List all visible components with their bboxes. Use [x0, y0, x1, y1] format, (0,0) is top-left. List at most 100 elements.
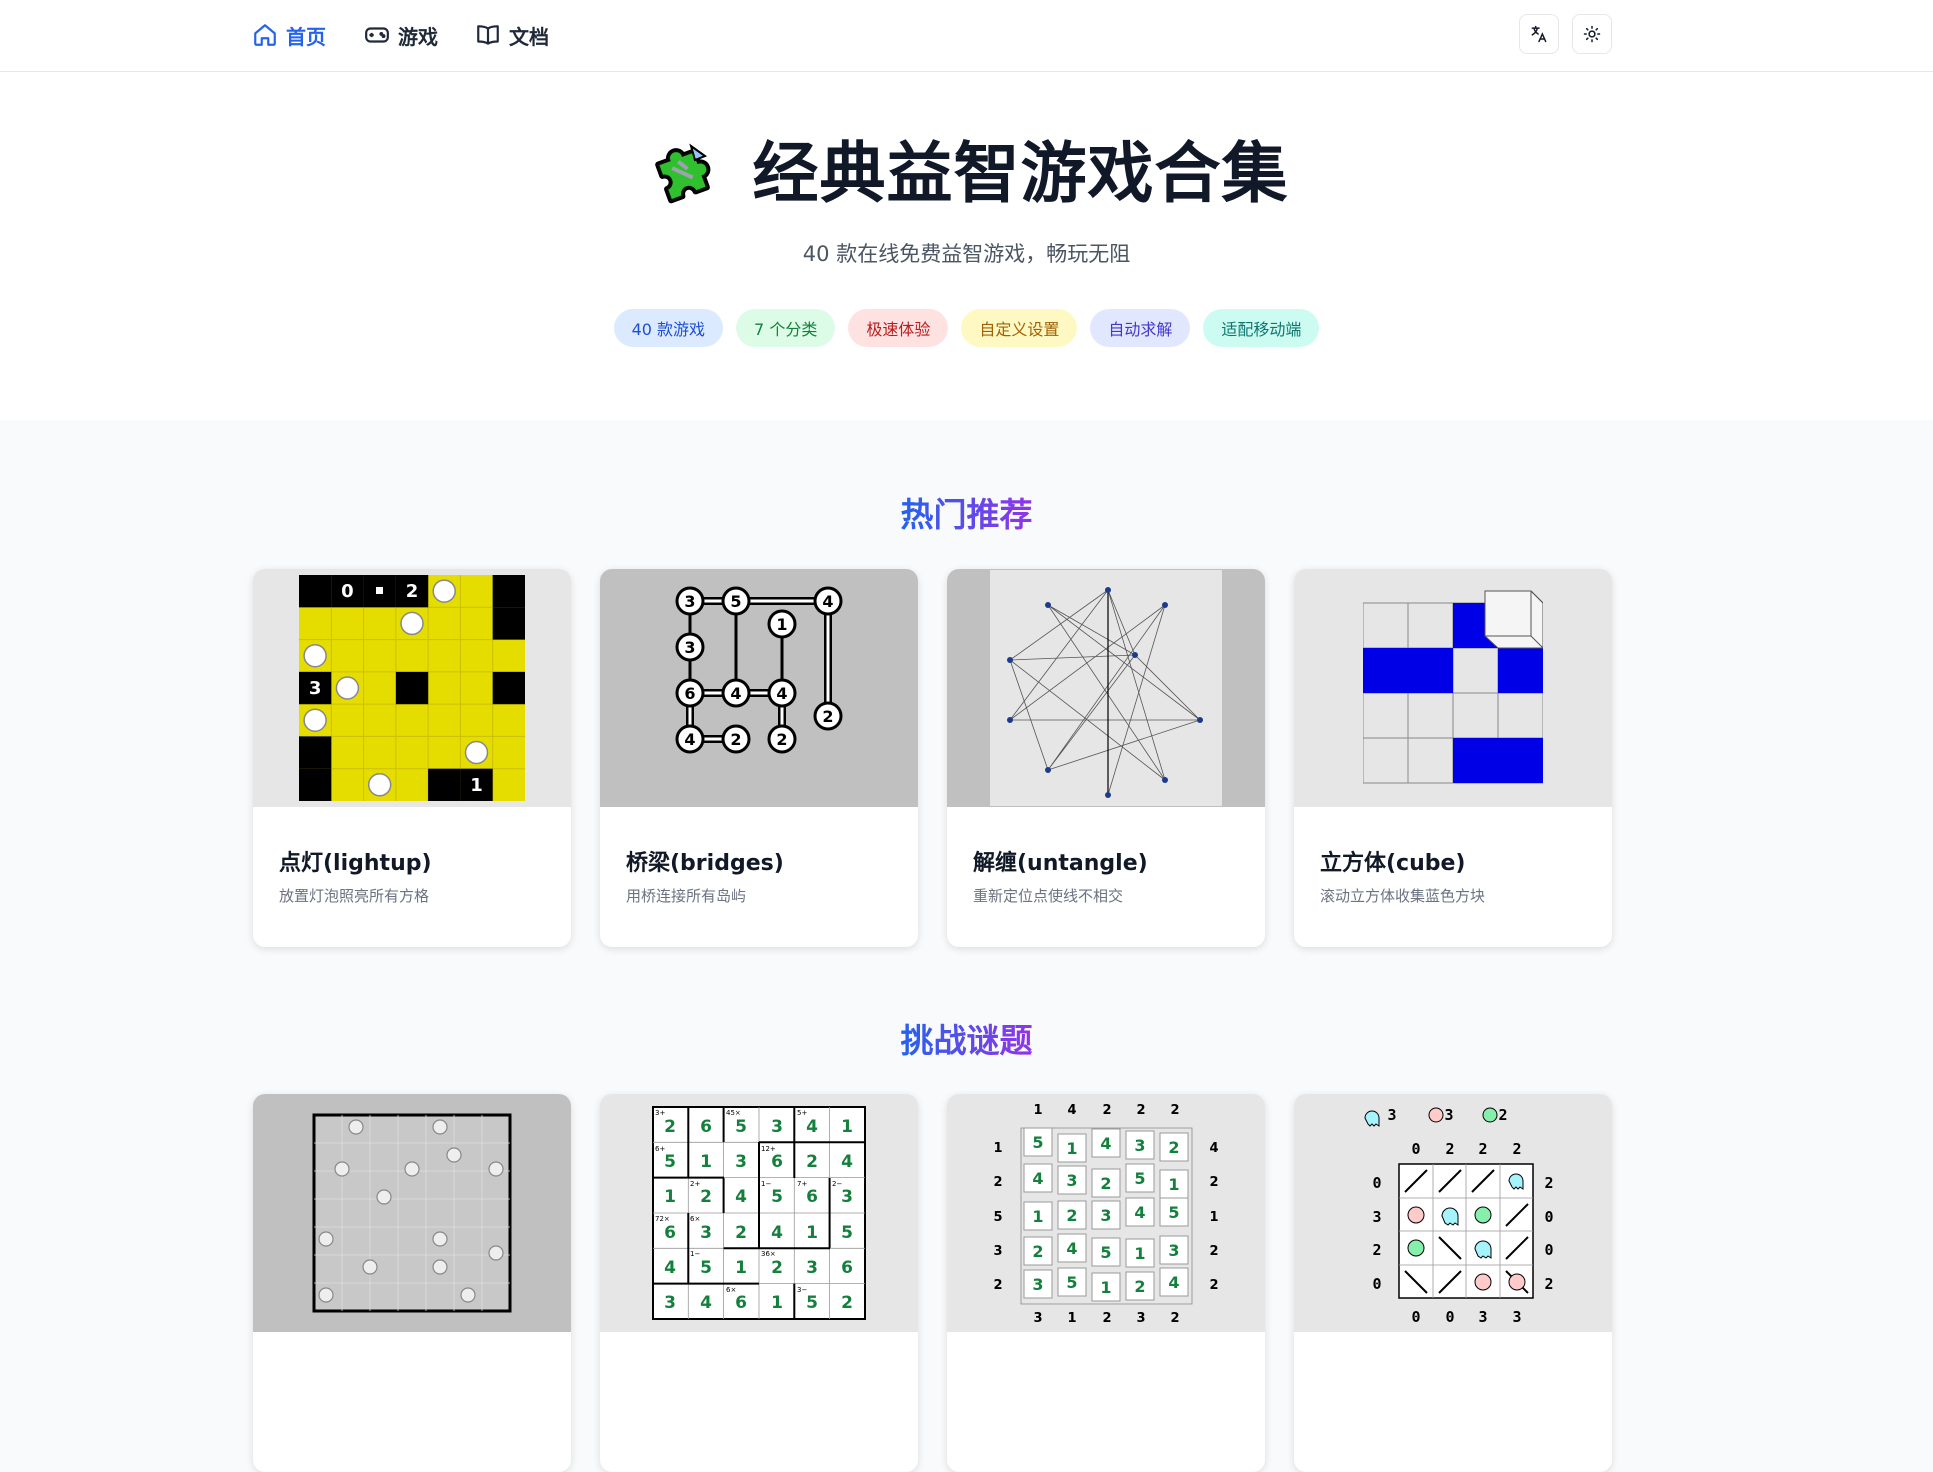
- game-card-lightup[interactable]: 0 2 3 1 点灯(lightup) 放置灯泡照亮所有方格: [253, 569, 571, 947]
- svg-text:3: 3: [841, 1187, 853, 1207]
- svg-text:2: 2: [406, 581, 419, 602]
- svg-text:0: 0: [341, 581, 354, 602]
- svg-text:4: 4: [822, 592, 833, 611]
- svg-text:1: 1: [700, 1152, 712, 1172]
- svg-text:1: 1: [1100, 1278, 1111, 1297]
- svg-text:3: 3: [1168, 1241, 1179, 1260]
- svg-text:1: 1: [735, 1258, 747, 1278]
- nav-home[interactable]: 首页: [252, 18, 326, 52]
- badge-mobile: 适配移动端: [1203, 309, 1320, 347]
- top-navbar: 首页 游戏 文档: [0, 0, 1933, 72]
- svg-text:3: 3: [1372, 1208, 1381, 1226]
- svg-text:2: 2: [1209, 1278, 1218, 1293]
- theme-toggle-button[interactable]: [1572, 14, 1612, 54]
- svg-text:2: 2: [1209, 1244, 1218, 1259]
- hero-section: 经典益智游戏合集 40 款在线免费益智游戏，畅玩无阻 40 款游戏 7 个分类 …: [0, 72, 1933, 420]
- svg-text:5: 5: [730, 592, 741, 611]
- svg-text:5: 5: [1066, 1273, 1077, 1292]
- svg-text:5: 5: [993, 1210, 1002, 1225]
- cube-thumbnail: [1294, 569, 1612, 807]
- svg-text:4: 4: [1168, 1273, 1179, 1292]
- game-card-desc: 放置灯泡照亮所有方格: [279, 887, 430, 905]
- section-title-popular: 热门推荐: [900, 495, 1033, 534]
- nav-games[interactable]: 游戏: [364, 18, 438, 52]
- svg-text:1−: 1−: [690, 1250, 700, 1258]
- svg-text:4: 4: [730, 684, 741, 703]
- svg-text:3: 3: [1066, 1171, 1077, 1190]
- svg-text:3: 3: [993, 1244, 1002, 1259]
- svg-text:6×: 6×: [690, 1215, 700, 1223]
- svg-text:3: 3: [1444, 1106, 1453, 1124]
- nav-docs-label: 文档: [509, 24, 549, 49]
- svg-text:5: 5: [1168, 1203, 1179, 1222]
- svg-text:5: 5: [664, 1152, 676, 1172]
- svg-text:4: 4: [664, 1258, 676, 1278]
- svg-text:3: 3: [684, 592, 695, 611]
- nav-docs[interactable]: 文档: [475, 18, 549, 52]
- game-card-name: 点灯(lightup): [279, 851, 432, 876]
- game-card-untangle[interactable]: 解缠(untangle) 重新定位点使线不相交: [947, 569, 1265, 947]
- svg-text:2: 2: [664, 1117, 676, 1137]
- badge-categories: 7 个分类: [736, 309, 836, 347]
- svg-text:2: 2: [1209, 1175, 1218, 1190]
- game-card-challenge-3[interactable]: 1 4 2 2 2 3 1 2 3 2 1 2 5 3 2 4 2 1 2 2 5 1 4 3 2 4 3 2 5 1 1 2 3 4…: [947, 1094, 1265, 1472]
- svg-text:0: 0: [1372, 1174, 1381, 1192]
- svg-text:2: 2: [700, 1187, 712, 1207]
- game-card-challenge-1[interactable]: [253, 1094, 571, 1472]
- svg-text:4: 4: [1134, 1203, 1145, 1222]
- svg-text:1: 1: [1067, 1311, 1076, 1326]
- badge-solver: 自动求解: [1090, 309, 1191, 347]
- hero-subtitle: 40 款在线免费益智游戏，畅玩无阻: [802, 242, 1131, 266]
- svg-text:6+: 6+: [655, 1145, 665, 1153]
- svg-text:2: 2: [841, 1293, 853, 1313]
- book-icon: [477, 25, 499, 45]
- svg-text:0: 0: [1445, 1308, 1454, 1326]
- svg-text:1: 1: [1066, 1139, 1077, 1158]
- svg-text:0: 0: [1411, 1140, 1420, 1158]
- translate-icon: [1531, 25, 1547, 43]
- svg-text:3: 3: [735, 1152, 747, 1172]
- svg-text:0: 0: [1544, 1208, 1553, 1226]
- svg-text:5: 5: [700, 1258, 712, 1278]
- svg-text:1: 1: [1032, 1207, 1043, 1226]
- game-card-challenge-4[interactable]: 332 0222 0033 0320 2002: [1294, 1094, 1612, 1472]
- svg-text:3: 3: [1100, 1206, 1111, 1225]
- svg-text:5: 5: [1100, 1243, 1111, 1262]
- svg-text:2: 2: [735, 1223, 747, 1243]
- svg-text:2: 2: [993, 1278, 1002, 1293]
- svg-text:3: 3: [1032, 1275, 1043, 1294]
- svg-text:4: 4: [771, 1223, 783, 1243]
- language-button[interactable]: [1519, 14, 1559, 54]
- lightup-thumbnail: 0 2 3 1: [253, 569, 571, 807]
- svg-text:2+: 2+: [690, 1180, 700, 1188]
- svg-text:3: 3: [1387, 1106, 1396, 1124]
- page-title: 经典益智游戏合集: [752, 135, 1289, 212]
- svg-text:1: 1: [664, 1187, 676, 1207]
- svg-text:4: 4: [684, 730, 695, 749]
- svg-text:4: 4: [841, 1152, 853, 1172]
- game-card-bridges[interactable]: 3 5 4 1 3 6 4 4 2 4 2 2 桥梁(bridges) 用桥连接所有岛屿: [600, 569, 918, 947]
- svg-text:3: 3: [1136, 1311, 1145, 1326]
- svg-text:3−: 3−: [797, 1286, 807, 1294]
- svg-text:5: 5: [735, 1117, 747, 1137]
- game-card-cube[interactable]: 立方体(cube) 滚动立方体收集蓝色方块: [1294, 569, 1612, 947]
- bridges-thumbnail: 3 5 4 1 3 6 4 4 2 4 2 2: [600, 569, 918, 807]
- svg-text:2: 2: [1134, 1277, 1145, 1296]
- svg-text:5: 5: [806, 1293, 818, 1313]
- svg-text:6: 6: [735, 1293, 747, 1313]
- svg-text:45×: 45×: [726, 1109, 741, 1117]
- challenge-4-thumbnail: 332 0222 0033 0320 2002: [1294, 1094, 1612, 1332]
- svg-text:4: 4: [1209, 1141, 1218, 1156]
- puzzle-logo-icon: [654, 143, 710, 204]
- svg-text:3: 3: [1134, 1136, 1145, 1155]
- nav-home-label: 首页: [286, 24, 326, 49]
- svg-text:36×: 36×: [761, 1250, 776, 1258]
- hero-title-row: 经典益智游戏合集: [0, 134, 1933, 214]
- section-title-challenge: 挑战谜题: [900, 1021, 1033, 1060]
- game-card-desc: 重新定位点使线不相交: [973, 887, 1124, 905]
- svg-text:4: 4: [700, 1293, 712, 1313]
- svg-text:7+: 7+: [797, 1180, 807, 1188]
- svg-text:3: 3: [664, 1293, 676, 1313]
- svg-text:2: 2: [1170, 1311, 1179, 1326]
- game-card-challenge-2[interactable]: 2 6 5 3 4 1 5 1 3 6 2 4 1 2 4 5 6 3 6 3 2 4 1 5 4 5 1 2 3 6 3 4 6 1 5…: [600, 1094, 918, 1472]
